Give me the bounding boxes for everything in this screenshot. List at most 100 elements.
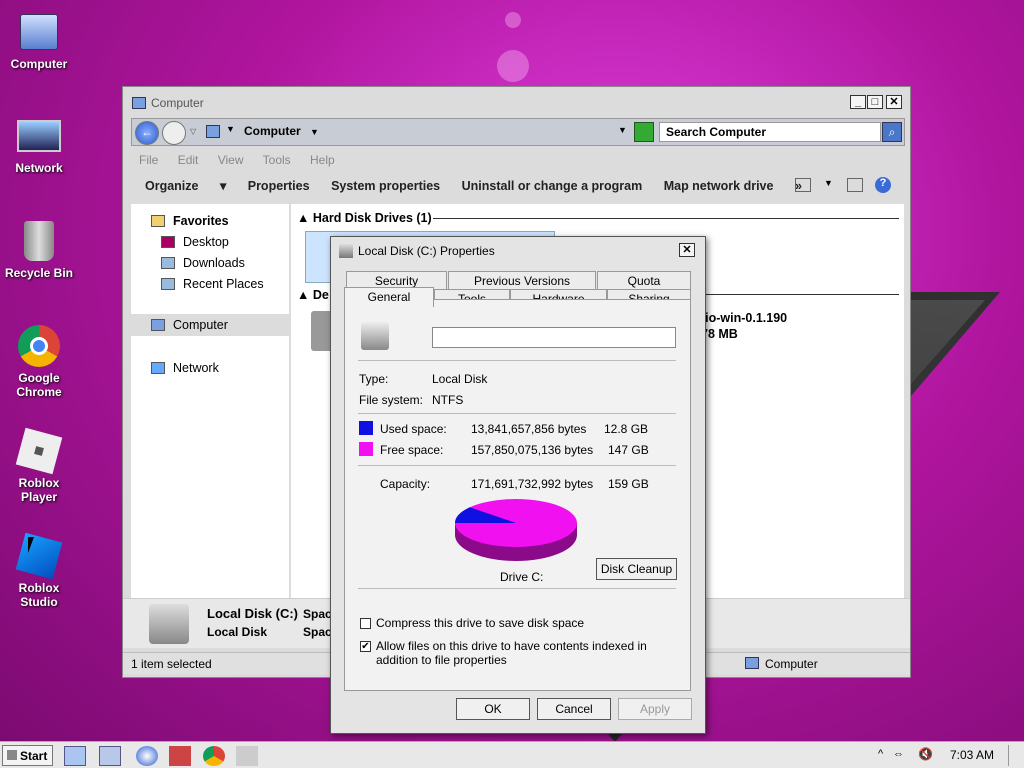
free-space-swatch (359, 442, 373, 456)
window-title: Computer (151, 96, 204, 110)
menu-edit[interactable]: Edit (178, 153, 199, 167)
group-header-devices[interactable]: ▲ De (297, 288, 329, 302)
clock[interactable]: 7:03 AM (950, 748, 994, 762)
views-icon[interactable] (795, 178, 811, 192)
computer-icon (745, 657, 759, 669)
desktop-icon-label: Network (15, 161, 63, 175)
views-dropdown-icon[interactable]: ▼ (824, 178, 833, 188)
drive-label-input[interactable] (432, 327, 676, 348)
search-input[interactable]: Search Computer (659, 122, 881, 142)
used-space-label: Used space: (380, 422, 447, 436)
properties-button[interactable]: Properties (248, 179, 310, 193)
recent-places-icon (161, 278, 175, 290)
general-tab-panel: Type: Local Disk File system: NTFS Used … (344, 299, 691, 691)
tab-general[interactable]: General (344, 287, 434, 307)
capacity-label: Capacity: (380, 477, 431, 491)
preview-pane-icon[interactable] (847, 178, 863, 192)
search-button[interactable]: ⌕ (882, 122, 902, 142)
desktop-icon-computer[interactable]: Computer (0, 10, 78, 71)
nav-item-favorites[interactable]: Favorites (151, 214, 229, 228)
menu-bar: File Edit View Tools Help (139, 153, 351, 167)
group-divider (681, 294, 899, 295)
recycle-bin-icon (17, 219, 61, 263)
hard-drive-icon (361, 322, 389, 350)
details-name: Local Disk (C:) (207, 606, 299, 621)
desktop-icon-roblox-studio[interactable]: Roblox Studio (0, 532, 78, 609)
tab-quota[interactable]: Quota (597, 271, 691, 289)
capacity-bytes: 171,691,732,992 bytes (471, 477, 594, 491)
close-button[interactable]: ✕ (886, 95, 902, 109)
chevron-right-icon[interactable]: ▼ (226, 124, 235, 134)
system-properties-button[interactable]: System properties (331, 179, 440, 193)
desktop-icon-network[interactable]: Network (0, 114, 78, 175)
show-desktop-button[interactable] (1008, 745, 1021, 766)
address-field[interactable]: ▼ Computer ▼ ▼ (206, 122, 656, 142)
address-bar: ← ▽ ▼ Computer ▼ ▼ Search Computer ⌕ (131, 118, 905, 146)
taskbar-media-icon[interactable] (169, 746, 191, 766)
refresh-button[interactable] (634, 122, 654, 142)
organize-button[interactable]: Organize ▾ (145, 179, 226, 193)
menu-file[interactable]: File (139, 153, 158, 167)
computer-icon (17, 10, 61, 54)
compress-label: Compress this drive to save disk space (376, 616, 585, 630)
nav-item-recent-places[interactable]: Recent Places (161, 277, 264, 291)
tab-previous-versions[interactable]: Previous Versions (448, 271, 596, 289)
arrow-left-icon: ← (141, 125, 153, 139)
menu-tools[interactable]: Tools (263, 153, 291, 167)
forward-button[interactable] (162, 121, 186, 145)
address-dropdown-icon[interactable]: ▼ (618, 125, 627, 135)
apply-button[interactable]: Apply (618, 698, 692, 720)
desktop-icon-label: Roblox Studio (18, 581, 60, 609)
nav-item-network[interactable]: Network (151, 361, 219, 375)
menu-view[interactable]: View (218, 153, 244, 167)
maximize-button[interactable]: □ (867, 95, 883, 109)
taskbar-roblox-icon[interactable] (236, 746, 258, 766)
disk-usage-pie (455, 499, 577, 561)
search-icon: ⌕ (888, 125, 896, 139)
drive-label: Drive C: (500, 570, 544, 584)
dialog-close-button[interactable]: ✕ (679, 243, 695, 257)
recent-pages-dropdown[interactable]: ▽ (190, 127, 196, 136)
taskbar-explorer-icon[interactable] (99, 746, 121, 766)
nav-item-downloads[interactable]: Downloads (161, 256, 245, 270)
taskbar-internet-explorer-icon[interactable] (136, 746, 158, 766)
tray-expand-icon[interactable]: ^ (878, 748, 883, 760)
background-bubble (497, 50, 529, 82)
nav-item-desktop[interactable]: Desktop (161, 235, 229, 249)
taskbar-show-desktop-icon[interactable] (64, 746, 86, 766)
disk-cleanup-button[interactable]: Disk Cleanup (596, 558, 677, 580)
start-button[interactable]: Start (2, 745, 53, 766)
taskbar-chrome-icon[interactable] (203, 746, 225, 766)
volume-muted-icon[interactable]: 🔇 (918, 747, 933, 761)
map-network-drive-button[interactable]: Map network drive (664, 179, 774, 193)
desktop-icon-chrome[interactable]: Google Chrome (0, 324, 78, 399)
computer-icon (206, 125, 220, 138)
nav-item-computer[interactable]: Computer (131, 314, 289, 336)
chevron-down-icon[interactable]: ▼ (310, 127, 319, 137)
navigation-pane: Favorites Desktop Downloads Recent Place… (131, 204, 289, 598)
minimize-button[interactable]: _ (850, 95, 866, 109)
network-icon (17, 114, 61, 158)
uninstall-program-button[interactable]: Uninstall or change a program (462, 179, 643, 193)
details-space-label: Spac (303, 607, 332, 621)
type-value: Local Disk (432, 372, 488, 386)
divider (358, 360, 676, 361)
ok-button[interactable]: OK (456, 698, 530, 720)
back-button[interactable]: ← (135, 121, 159, 145)
menu-help[interactable]: Help (310, 153, 335, 167)
device-size: 78 MB (701, 327, 738, 341)
compress-checkbox[interactable] (360, 618, 371, 629)
status-location: Computer (765, 657, 818, 671)
device-name[interactable]: tio-win-0.1.190 (701, 311, 787, 325)
computer-icon (151, 319, 165, 331)
help-icon[interactable]: ? (875, 177, 891, 193)
group-header-hard-disk-drives[interactable]: ▲ Hard Disk Drives (1) (297, 211, 432, 225)
details-type: Local Disk (207, 625, 268, 639)
index-checkbox[interactable]: ✔ (360, 641, 371, 652)
cancel-button[interactable]: Cancel (537, 698, 611, 720)
desktop-icon-roblox-player[interactable]: Roblox Player (0, 427, 78, 504)
used-space-swatch (359, 421, 373, 435)
desktop-icon-label: Computer (10, 57, 68, 71)
desktop-icon-recycle-bin[interactable]: Recycle Bin (0, 219, 78, 280)
network-tray-icon[interactable]: ⇔ (893, 748, 904, 760)
